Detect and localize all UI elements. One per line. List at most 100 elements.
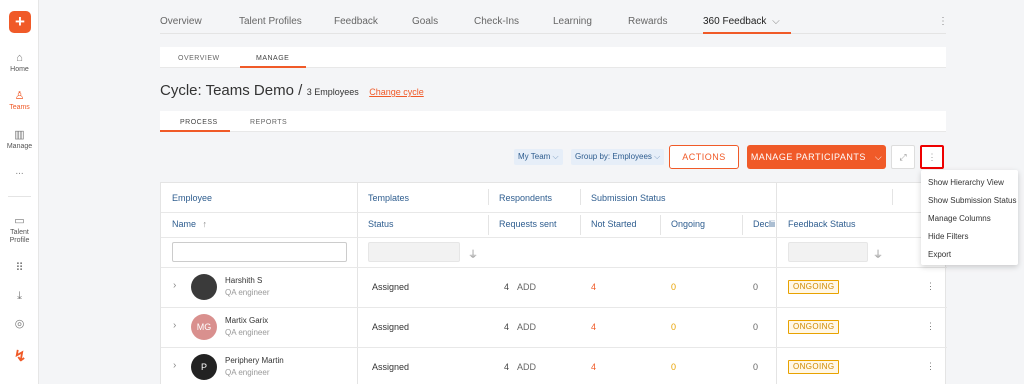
rail-item-label: Teams [9,104,30,111]
id-card-icon: ▭ [14,215,25,227]
template-status: Assigned [372,282,410,292]
table-row[interactable]: › MG Martix Garix QA engineer Assigned 4… [161,308,947,347]
not-started-count: 4 [591,282,597,292]
status-badge: ONGOING [788,320,840,334]
table-row[interactable]: › P Periphery Martin QA engineer Assigne… [161,348,947,384]
add-respondent-link[interactable]: ADD [517,282,536,292]
status-badge: ONGOING [788,360,840,374]
declined-count: 0 [753,282,759,292]
add-respondent-link[interactable]: ADD [517,322,536,332]
status-badge: ONGOING [788,280,840,294]
column-header-status[interactable]: Status [368,219,394,229]
group-header-employee: Employee [172,193,213,203]
avatar: P [191,354,217,380]
column-name-label: Name [172,219,197,229]
menu-item-manage-columns[interactable]: Manage Columns [928,214,991,223]
column-divider [660,215,661,235]
tab-learning[interactable]: Learning [553,16,592,27]
group-by-dropdown[interactable]: Group by: Employees ⌵ [571,149,665,165]
main-content: Overview Talent Profiles Feedback Goals … [160,0,948,384]
row-more-icon[interactable]: ⋮ [926,281,935,292]
toolbar: My Team ⌵ Group by: Employees ⌵ ACTIONS … [160,145,946,169]
employee-count: 3 Employees [306,87,359,97]
template-status: Assigned [372,362,410,372]
manage-participants-label: MANAGE PARTICIPANTS [750,152,866,162]
change-cycle-link[interactable]: Change cycle [369,87,424,97]
process-tabs: PROCESS REPORTS [160,111,946,132]
brand-logo-icon: ↯ [13,348,27,365]
table-row[interactable]: › Harshith S QA engineer Assigned 4 ADD … [161,268,947,307]
rail-item-label: Talent Profile [9,229,30,244]
more-options-icon[interactable]: ⋮ [920,145,944,169]
group-header-templates: Templates [368,193,410,203]
subtab-manage[interactable]: MANAGE [256,55,289,62]
my-team-label: My Team [518,152,551,161]
not-started-count: 4 [591,322,597,332]
tab-feedback[interactable]: Feedback [334,16,378,27]
subtab-overview[interactable]: OVERVIEW [178,55,220,62]
group-header-submission-status: Submission Status [591,193,666,203]
rail-item-manage[interactable]: ▥ Manage [0,129,39,151]
tab-360-feedback[interactable]: 360 Feedback ⌵ [703,16,780,27]
name-filter-input[interactable] [172,242,347,262]
declined-count: 0 [753,322,759,332]
tab-rewards[interactable]: Rewards [628,16,667,27]
manage-participants-button[interactable]: MANAGE PARTICIPANTS ⌵ [747,145,886,169]
add-icon[interactable]: + [9,11,31,33]
rail-item-target[interactable]: ◎ [0,318,39,332]
chevron-right-icon[interactable]: › [173,360,176,371]
tab-reports[interactable]: REPORTS [250,119,287,126]
rail-item-home[interactable]: ⌂ Home [0,52,39,74]
active-subtab-indicator [240,66,306,68]
tab-360-feedback-label: 360 Feedback [703,16,767,27]
expand-icon[interactable]: ⤢ [891,145,915,169]
group-header-respondents: Respondents [499,193,553,203]
column-header-not-started[interactable]: Not Started [591,219,637,229]
menu-item-hide-filters[interactable]: Hide Filters [928,232,968,241]
filter-icon[interactable]: ⏚ [468,246,478,261]
column-divider [580,189,581,205]
column-header-declined[interactable]: Declii [753,219,775,229]
rail-item-more[interactable]: ... [0,167,39,177]
menu-item-show-hierarchy-view[interactable]: Show Hierarchy View [928,178,1004,187]
subtabs-bar: OVERVIEW MANAGE [160,47,946,68]
status-filter-input[interactable] [368,242,460,262]
tab-overview[interactable]: Overview [160,16,202,27]
more-options-menu: Show Hierarchy View Show Submission Stat… [921,170,1018,265]
column-header-name[interactable]: Name ↑ [172,219,207,229]
column-header-ongoing[interactable]: Ongoing [671,219,705,229]
feedback-status-filter-input[interactable] [788,242,868,262]
tab-goals[interactable]: Goals [412,16,438,27]
tab-talent-profiles[interactable]: Talent Profiles [239,16,302,27]
declined-count: 0 [753,362,759,372]
template-status: Assigned [372,322,410,332]
rail-item-teams[interactable]: ♙ Teams [0,90,39,112]
requests-sent: 4 [504,282,510,292]
topnav-more-icon[interactable]: ⋮ [938,17,948,27]
chevron-right-icon[interactable]: › [173,280,176,291]
rail-item-apps[interactable]: ⠿ [0,262,39,276]
cycle-title: Cycle: Teams Demo / [160,82,303,99]
ongoing-count: 0 [671,362,677,372]
app-root: + ⌂ Home ♙ Teams ▥ Manage ... ▭ Talent P… [0,0,1024,384]
column-header-requests-sent[interactable]: Requests sent [499,219,557,229]
tab-process[interactable]: PROCESS [180,119,218,126]
rail-item-talent-profile[interactable]: ▭ Talent Profile [0,215,39,245]
filter-icon[interactable]: ⏚ [873,246,883,261]
column-header-feedback-status[interactable]: Feedback Status [788,219,856,229]
not-started-count: 4 [591,362,597,372]
add-respondent-link[interactable]: ADD [517,362,536,372]
actions-button[interactable]: ACTIONS [669,145,739,169]
column-divider [488,189,489,205]
chevron-right-icon[interactable]: › [173,320,176,331]
menu-item-export[interactable]: Export [928,250,951,259]
chevron-down-icon: ⌵ [654,152,661,161]
menu-item-show-submission-status[interactable]: Show Submission Status [928,196,1017,205]
row-more-icon[interactable]: ⋮ [926,361,935,372]
tab-check-ins[interactable]: Check-Ins [474,16,519,27]
row-more-icon[interactable]: ⋮ [926,321,935,332]
column-divider [580,215,581,235]
active-tab-indicator [703,32,791,34]
rail-item-download[interactable]: ⤓ [0,290,39,304]
my-team-dropdown[interactable]: My Team ⌵ [514,149,563,165]
